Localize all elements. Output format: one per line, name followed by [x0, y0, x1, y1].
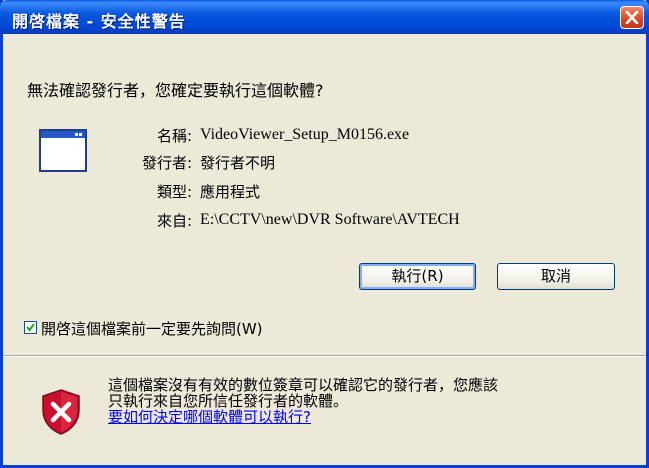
publisher-label: 發行者:: [141, 154, 192, 172]
divider-highlight: [3, 356, 646, 357]
warning-line-2: 只執行來自您所信任發行者的軟體。: [108, 392, 349, 410]
question-text: 無法確認發行者，您確定要執行這個軟體?: [27, 81, 324, 100]
publisher-value: 發行者不明: [200, 154, 276, 172]
name-value: VideoViewer_Setup_M0156.exe: [200, 126, 410, 143]
help-link[interactable]: 要如何決定哪個軟體可以執行?: [108, 408, 311, 426]
type-value: 應用程式: [200, 183, 261, 201]
close-button[interactable]: [620, 6, 644, 29]
title-bar[interactable]: 開啓檔案 - 安全性警告: [0, 0, 649, 34]
application-window-icon: [39, 127, 87, 175]
security-warning-dialog: 開啓檔案 - 安全性警告 無法確認發行者，您確定要執行這個軟體? 名稱: Vid…: [0, 0, 649, 468]
ask-before-open-label: 開啓這個檔案前一定要先詢問(W): [41, 320, 263, 338]
checkmark-icon: [26, 323, 35, 332]
run-button[interactable]: 執行(R): [359, 263, 476, 290]
warning-message: 這個檔案沒有有效的數位簽章可以確認它的發行者，您應該 只執行來自您所信任發行者的…: [108, 377, 628, 425]
security-shield-icon: [39, 388, 83, 436]
warning-line-1: 這個檔案沒有有效的數位簽章可以確認它的發行者，您應該: [108, 376, 499, 394]
name-label: 名稱:: [156, 127, 192, 145]
from-label: 來自:: [156, 212, 192, 230]
type-label: 類型:: [156, 183, 192, 201]
close-icon: [625, 11, 639, 24]
ask-before-open-checkbox[interactable]: [24, 321, 37, 334]
cancel-button[interactable]: 取消: [497, 263, 615, 290]
from-value: E:\CCTV\new\DVR Software\AVTECH: [200, 211, 460, 228]
window-title: 開啓檔案 - 安全性警告: [12, 12, 186, 31]
